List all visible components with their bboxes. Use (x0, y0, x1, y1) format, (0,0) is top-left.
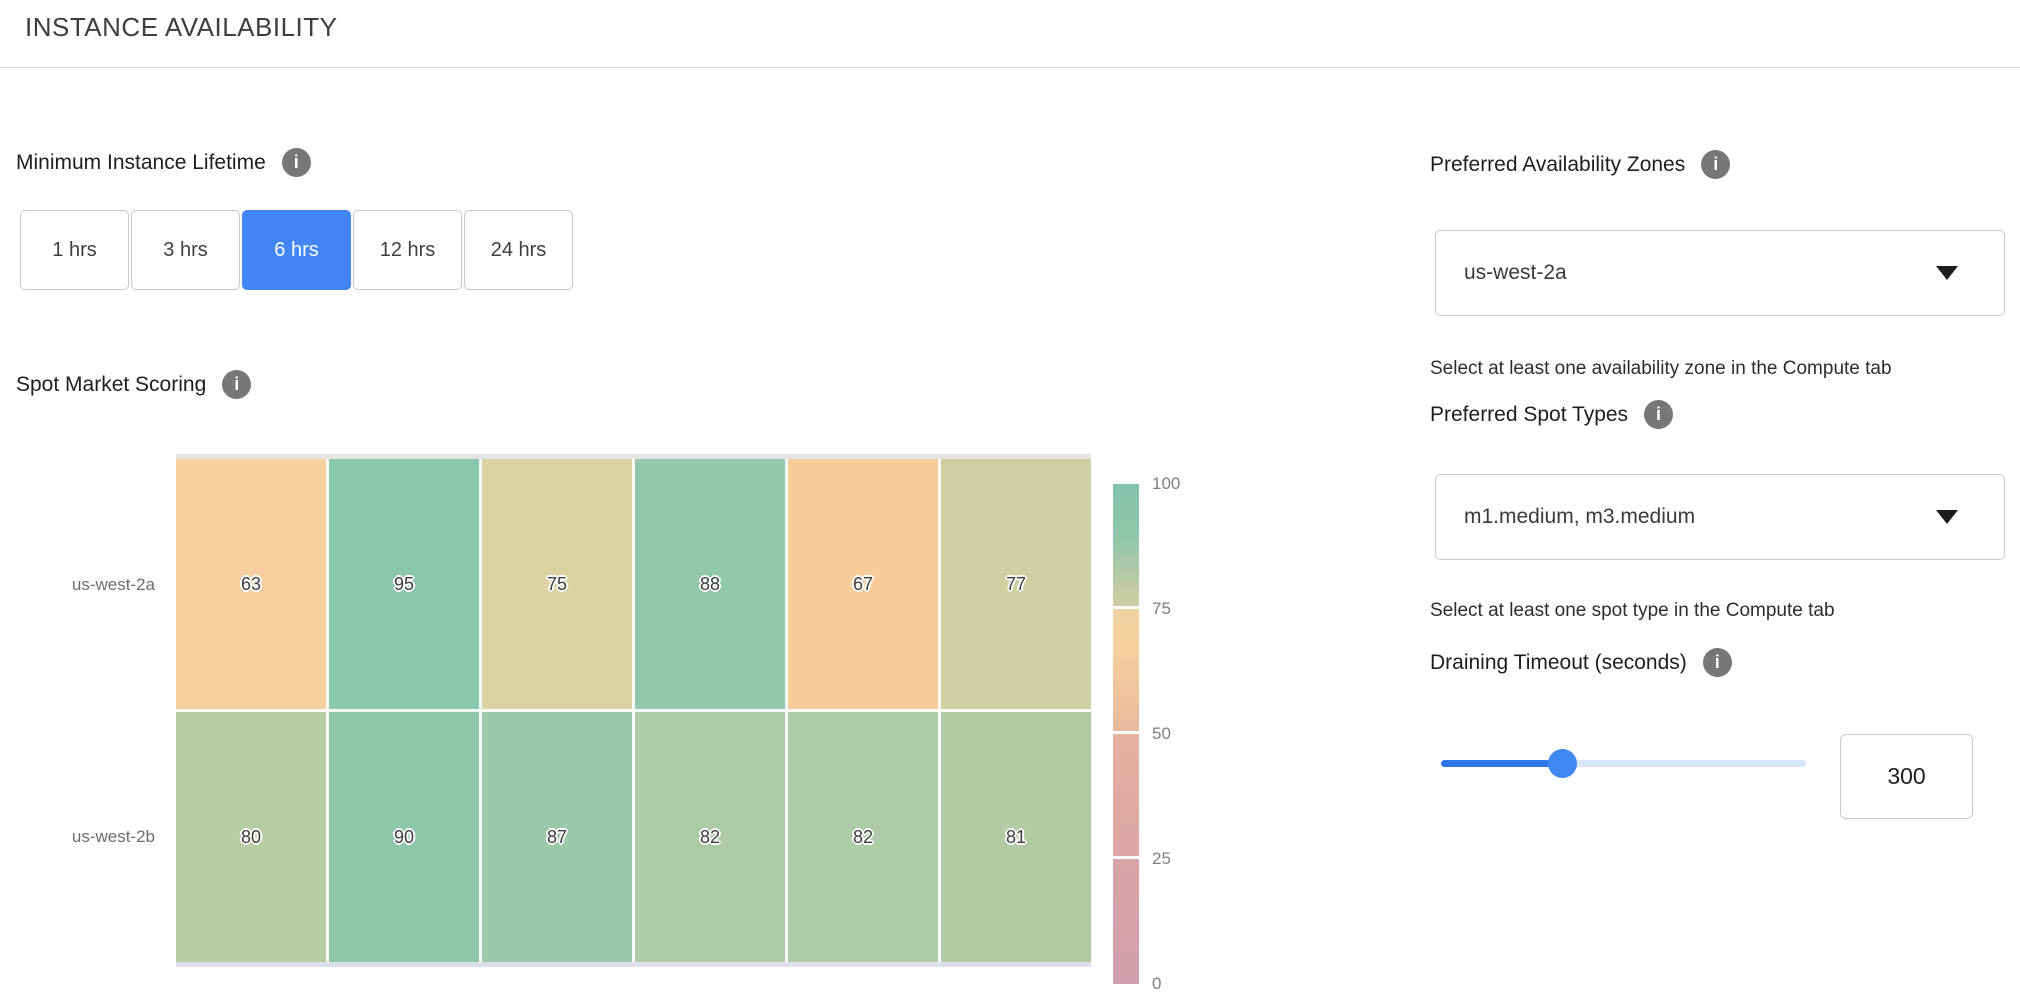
lifetime-button-group: 1 hrs3 hrs6 hrs12 hrs24 hrs (20, 210, 573, 290)
dropdown-caret-icon (1936, 266, 1958, 280)
draining-timeout-label: Draining Timeout (seconds) (1430, 648, 1732, 677)
availability-zones-select[interactable]: us-west-2a (1435, 230, 2005, 316)
info-icon[interactable] (222, 370, 251, 399)
colorbar-tick-label: 50 (1152, 724, 1171, 744)
heatmap-cell-value: 77 (1006, 574, 1026, 595)
heatmap-cell: 77 (941, 459, 1091, 712)
lifetime-option-24-hrs[interactable]: 24 hrs (464, 210, 573, 290)
page-title: INSTANCE AVAILABILITY (25, 12, 337, 43)
lifetime-option-1-hrs[interactable]: 1 hrs (20, 210, 129, 290)
heatmap-cell: 63 (176, 459, 329, 712)
colorbar-segment (1113, 609, 1139, 731)
heatmap-cell: 90 (329, 712, 482, 962)
colorbar-tick-label: 100 (1152, 474, 1180, 494)
heatmap-cell: 80 (176, 712, 329, 962)
heatmap-cell-value: 81 (1006, 827, 1026, 848)
heatmap-cell-value: 95 (394, 574, 414, 595)
heatmap-cell: 75 (482, 459, 635, 712)
heatmap-colorbar (1113, 484, 1139, 987)
heatmap-cell: 88 (635, 459, 788, 712)
draining-timeout-slider[interactable] (1441, 760, 1806, 767)
spot-types-selected-value: m1.medium, m3.medium (1464, 505, 1695, 529)
preferred-spot-types-label-text: Preferred Spot Types (1430, 403, 1628, 427)
heatmap-grid: 63 95 75 88 67 77 80 90 87 82 82 81 (176, 459, 1091, 962)
minimum-instance-lifetime-label-text: Minimum Instance Lifetime (16, 151, 266, 175)
spot-market-scoring-label: Spot Market Scoring (16, 370, 251, 399)
heatmap-cell: 82 (788, 712, 941, 962)
info-icon[interactable] (1644, 400, 1673, 429)
availability-zones-helper-text: Select at least one availability zone in… (1430, 358, 1892, 380)
dropdown-caret-icon (1936, 510, 1958, 524)
colorbar-tick-label: 25 (1152, 849, 1171, 869)
heatmap-cell-value: 75 (547, 574, 567, 595)
heatmap-cell-value: 87 (547, 827, 567, 848)
heatmap-cell-value: 63 (241, 574, 261, 595)
draining-timeout-label-text: Draining Timeout (seconds) (1430, 651, 1687, 675)
info-icon[interactable] (282, 148, 311, 177)
draining-timeout-input[interactable] (1840, 734, 1973, 819)
heatmap-cell-value: 82 (700, 827, 720, 848)
slider-fill (1441, 760, 1563, 767)
heatmap-cell: 81 (941, 712, 1091, 962)
heatmap-cell-value: 82 (853, 827, 873, 848)
heatmap-row: 63 95 75 88 67 77 (176, 459, 1091, 712)
heatmap-row-label: us-west-2b (15, 827, 155, 847)
colorbar-segment (1113, 484, 1139, 606)
colorbar-segment (1113, 859, 1139, 984)
colorbar-tick-label: 0 (1152, 974, 1161, 994)
heatmap-cell: 87 (482, 712, 635, 962)
colorbar-segment (1113, 734, 1139, 856)
lifetime-option-6-hrs[interactable]: 6 hrs (242, 210, 351, 290)
heatmap-cell-value: 67 (853, 574, 873, 595)
spot-types-helper-text: Select at least one spot type in the Com… (1430, 600, 1835, 622)
heatmap-cell-value: 88 (700, 574, 720, 595)
heatmap-cell: 67 (788, 459, 941, 712)
heatmap-cell-value: 90 (394, 827, 414, 848)
spot-market-heatmap: 63 95 75 88 67 77 80 90 87 82 82 81 (176, 454, 1091, 967)
lifetime-option-3-hrs[interactable]: 3 hrs (131, 210, 240, 290)
heatmap-cell: 95 (329, 459, 482, 712)
heatmap-row: 80 90 87 82 82 81 (176, 712, 1091, 962)
preferred-availability-zones-label: Preferred Availability Zones (1430, 150, 1730, 179)
lifetime-option-12-hrs[interactable]: 12 hrs (353, 210, 462, 290)
slider-thumb[interactable] (1548, 749, 1577, 778)
heatmap-bottom-strip (176, 962, 1091, 967)
availability-zones-selected-value: us-west-2a (1464, 261, 1567, 285)
info-icon[interactable] (1701, 150, 1730, 179)
info-icon[interactable] (1703, 648, 1732, 677)
heatmap-row-label: us-west-2a (15, 575, 155, 595)
instance-availability-panel: INSTANCE AVAILABILITY Minimum Instance L… (0, 0, 2020, 982)
spot-market-scoring-label-text: Spot Market Scoring (16, 373, 206, 397)
heatmap-cell-value: 80 (241, 827, 261, 848)
heatmap-cell: 82 (635, 712, 788, 962)
spot-types-select[interactable]: m1.medium, m3.medium (1435, 474, 2005, 560)
header-divider (0, 67, 2020, 68)
preferred-availability-zones-label-text: Preferred Availability Zones (1430, 153, 1685, 177)
colorbar-tick-label: 75 (1152, 599, 1171, 619)
preferred-spot-types-label: Preferred Spot Types (1430, 400, 1673, 429)
minimum-instance-lifetime-label: Minimum Instance Lifetime (16, 148, 311, 177)
